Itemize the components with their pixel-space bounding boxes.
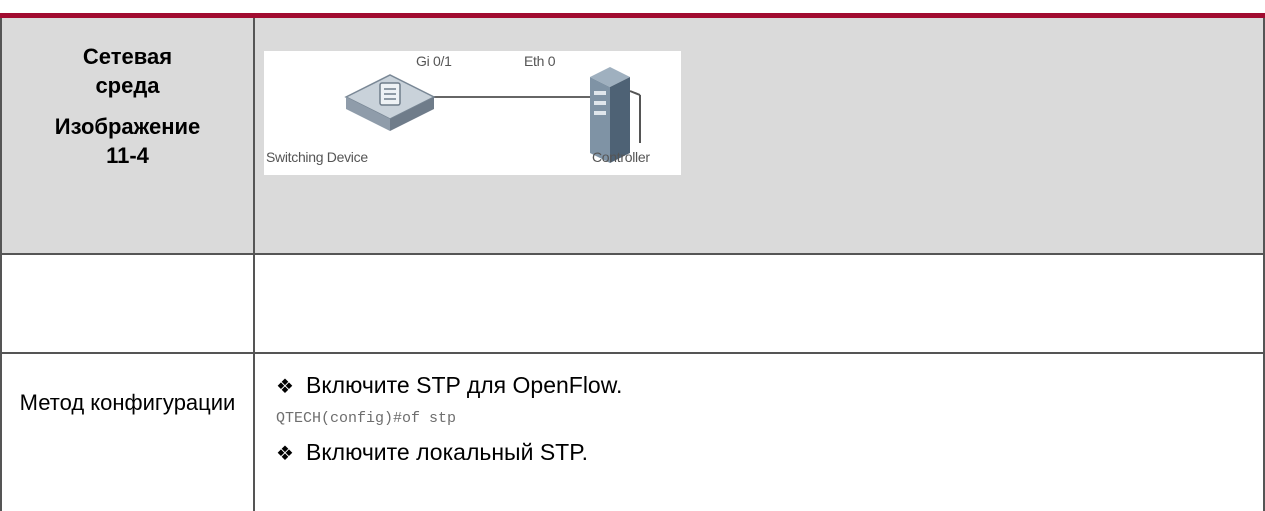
row-divider (0, 253, 1265, 255)
cli-command: QTECH(config)#of stp (276, 410, 457, 427)
controller-label: Controller (592, 149, 650, 165)
bullet-icon: ❖ (276, 376, 294, 398)
switch-port-label: Gi 0/1 (416, 53, 452, 69)
network-env-label: Сетевая среда Изображение 11-4 (2, 42, 253, 170)
blank-row (0, 254, 1265, 354)
bullet-icon: ❖ (276, 443, 294, 465)
config-steps: ❖ Включите STP для OpenFlow. QTECH(config… (276, 370, 622, 469)
step-item: ❖ Включите STP для OpenFlow. (276, 370, 622, 402)
topology-figure: Gi 0/1 Eth 0 Switching Device Controller (264, 51, 681, 175)
column-divider (253, 18, 255, 511)
step-text: Включите локальный STP. (306, 439, 588, 465)
controller-port-label: Eth 0 (524, 53, 556, 69)
row-divider (0, 352, 1265, 354)
step-item: ❖ Включите локальный STP. (276, 437, 622, 469)
switching-device-label: Switching Device (266, 149, 368, 165)
env-label-title: Сетевая среда (82, 44, 173, 98)
config-method-label: Метод конфигурации (19, 390, 236, 415)
config-method-row (0, 354, 1265, 511)
switch-icon (344, 74, 436, 131)
step-text: Включите STP для OpenFlow. (306, 372, 623, 398)
figure-number-label: Изображение 11-4 (54, 114, 201, 168)
